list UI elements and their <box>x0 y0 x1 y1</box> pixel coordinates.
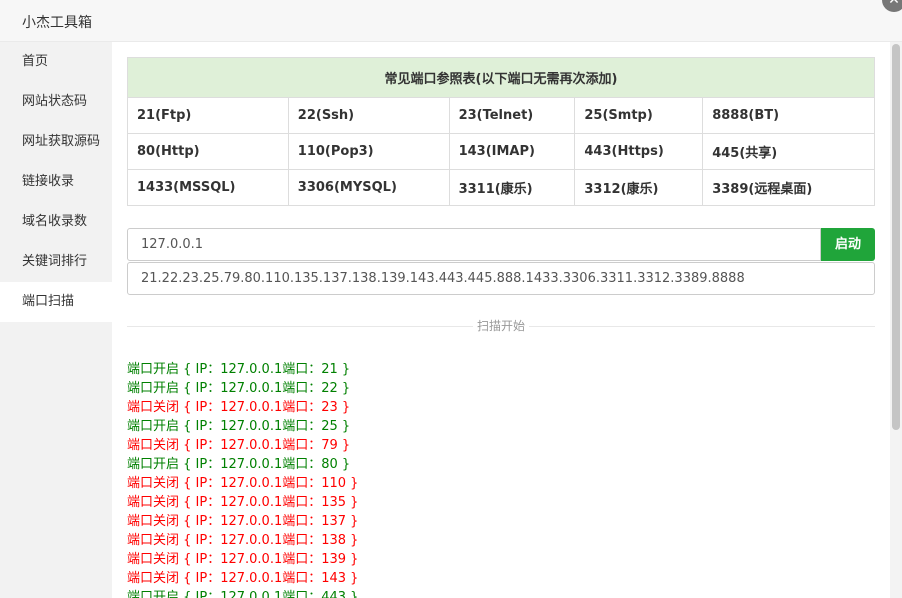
table-cell: 80(Http) <box>127 133 289 170</box>
app-window: 小杰工具箱 ✕ 首页 网站状态码 网址获取源码 链接收录 域名收录数 关键词排行… <box>0 0 902 598</box>
result-line: 端口关闭 { IP：127.0.0.1端口：139 } <box>127 552 359 567</box>
ports-input[interactable] <box>127 262 875 295</box>
result-line: 端口关闭 { IP：127.0.0.1端口：138 } <box>127 533 359 548</box>
result-line: 端口开启 { IP：127.0.0.1端口：80 } <box>127 457 351 472</box>
table-cell: 8888(BT) <box>702 97 875 134</box>
table-cell: 22(Ssh) <box>287 97 450 134</box>
result-line: 端口关闭 { IP：127.0.0.1端口：79 } <box>127 438 351 453</box>
result-line: 端口开启 { IP：127.0.0.1端口：443 } <box>127 590 359 598</box>
result-line: 端口关闭 { IP：127.0.0.1端口：137 } <box>127 514 359 529</box>
table-cell: 3312(康乐) <box>574 169 704 206</box>
table-cell: 3389(远程桌面) <box>702 169 875 206</box>
table-cell: 21(Ftp) <box>127 97 289 134</box>
scan-divider: 扫描开始 <box>127 318 875 334</box>
sidebar-item-domain-index[interactable]: 域名收录数 <box>0 202 112 242</box>
title-bar: 小杰工具箱 <box>0 0 902 42</box>
table-row: 21(Ftp) 22(Ssh) 23(Telnet) 25(Smtp) 8888… <box>127 97 875 134</box>
port-reference-table: 常见端口参照表(以下端口无需再次添加) 21(Ftp) 22(Ssh) 23(T… <box>127 57 875 206</box>
result-line: 端口关闭 { IP：127.0.0.1端口：23 } <box>127 400 351 415</box>
result-line: 端口关闭 { IP：127.0.0.1端口：110 } <box>127 476 359 491</box>
table-cell: 110(Pop3) <box>287 133 450 170</box>
divider-label: 扫描开始 <box>473 318 529 334</box>
result-line: 端口关闭 { IP：127.0.0.1端口：143 } <box>127 571 359 586</box>
table-cell: 1433(MSSQL) <box>127 169 289 206</box>
window-title: 小杰工具箱 <box>22 15 92 31</box>
table-cell: 443(Https) <box>574 133 704 170</box>
table-header-row: 常见端口参照表(以下端口无需再次添加) <box>127 57 875 98</box>
sidebar-item-fetch-source[interactable]: 网址获取源码 <box>0 122 112 162</box>
table-cell: 445(共享) <box>702 133 875 170</box>
ip-input-group: 启动 <box>127 228 875 261</box>
sidebar-item-port-scan[interactable]: 端口扫描 <box>0 282 112 322</box>
main-content: 常见端口参照表(以下端口无需再次添加) 21(Ftp) 22(Ssh) 23(T… <box>112 42 890 598</box>
result-line: 端口关闭 { IP：127.0.0.1端口：135 } <box>127 495 359 510</box>
table-cell: 23(Telnet) <box>448 97 576 134</box>
sidebar-item-home[interactable]: 首页 <box>0 42 112 82</box>
result-line: 端口开启 { IP：127.0.0.1端口：22 } <box>127 381 351 396</box>
sidebar-item-status-code[interactable]: 网站状态码 <box>0 82 112 122</box>
ip-input[interactable] <box>127 228 821 261</box>
scan-results: 端口开启 { IP：127.0.0.1端口：21 } 端口开启 { IP：127… <box>127 360 827 598</box>
table-header: 常见端口参照表(以下端口无需再次添加) <box>127 57 875 98</box>
result-line: 端口开启 { IP：127.0.0.1端口：25 } <box>127 419 351 434</box>
start-button[interactable]: 启动 <box>821 228 875 261</box>
table-row: 1433(MSSQL) 3306(MYSQL) 3311(康乐) 3312(康乐… <box>127 169 875 206</box>
result-line: 端口开启 { IP：127.0.0.1端口：21 } <box>127 362 351 377</box>
sidebar-item-link-index[interactable]: 链接收录 <box>0 162 112 202</box>
close-icon: ✕ <box>888 0 900 8</box>
sidebar-item-keyword-rank[interactable]: 关键词排行 <box>0 242 112 282</box>
table-cell: 3306(MYSQL) <box>287 169 450 206</box>
sidebar: 首页 网站状态码 网址获取源码 链接收录 域名收录数 关键词排行 端口扫描 <box>0 42 112 598</box>
table-cell: 3311(康乐) <box>448 169 576 206</box>
table-row: 80(Http) 110(Pop3) 143(IMAP) 443(Https) … <box>127 133 875 170</box>
table-cell: 143(IMAP) <box>448 133 576 170</box>
scrollbar-thumb[interactable] <box>892 44 900 430</box>
scrollbar[interactable] <box>890 42 902 598</box>
table-cell: 25(Smtp) <box>574 97 704 134</box>
